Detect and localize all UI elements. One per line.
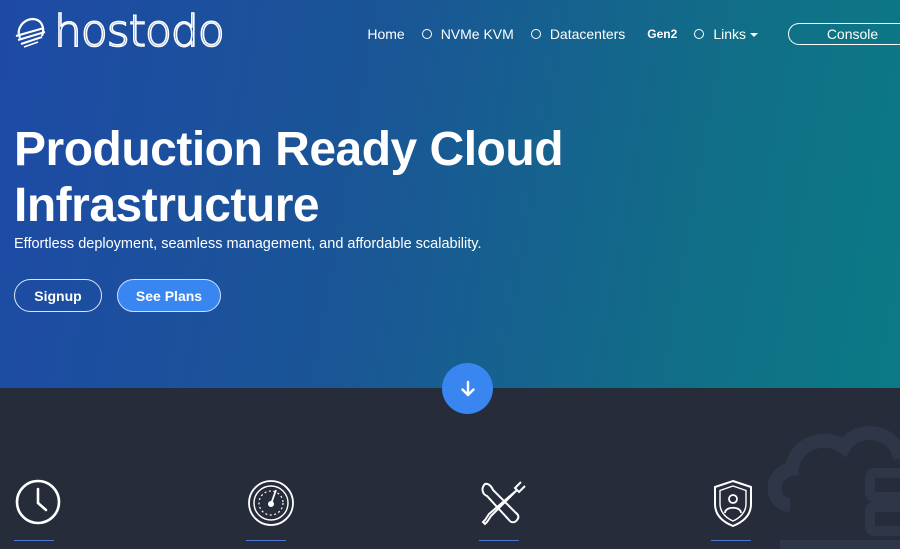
hero-headline: Production Ready Cloud Infrastructure xyxy=(14,122,654,234)
main-nav: Home NVMe KVM Datacenters Gen2 Links Con… xyxy=(367,22,900,46)
nav-home[interactable]: Home xyxy=(367,23,404,45)
see-plans-button-label: See Plans xyxy=(135,287,203,304)
see-plans-button[interactable]: See Plans xyxy=(117,279,221,312)
brand-logo[interactable]: hostodo xyxy=(12,6,226,57)
feature-divider xyxy=(479,540,519,541)
nav-links[interactable]: Links xyxy=(677,23,758,45)
feature-divider xyxy=(711,540,751,541)
hostodo-logo-icon xyxy=(15,17,46,48)
console-button-label: Console xyxy=(826,26,879,42)
cloud-decoration-icon xyxy=(767,426,900,549)
hero-headline-line2: Infrastructure xyxy=(14,179,320,232)
nav-gen2[interactable]: Gen2 xyxy=(625,23,677,45)
nav-links-label: Links xyxy=(713,26,746,42)
circle-icon xyxy=(530,29,541,39)
nav-home-label: Home xyxy=(367,26,405,42)
nav-nvme-kvm[interactable]: NVMe KVM xyxy=(405,23,514,45)
feature-clock xyxy=(14,478,68,541)
feature-divider xyxy=(14,540,54,541)
feature-divider xyxy=(246,540,286,541)
tools-icon xyxy=(481,481,526,526)
shield-user-icon xyxy=(714,479,752,528)
speedometer-icon xyxy=(248,480,294,526)
caret-down-icon xyxy=(750,33,758,37)
nav-datacenters[interactable]: Datacenters xyxy=(514,23,625,45)
console-button[interactable]: Console xyxy=(788,23,900,45)
brand-name: hostodo xyxy=(53,6,225,57)
hero-section: hostodo Home NVMe KVM Datacenters Gen2 L… xyxy=(0,0,900,388)
scroll-down-button[interactable] xyxy=(442,363,493,414)
nav-nvme-kvm-label: NVMe KVM xyxy=(440,26,514,42)
signup-button-label: Signup xyxy=(34,287,82,304)
signup-button[interactable]: Signup xyxy=(14,279,102,312)
feature-speed xyxy=(246,478,300,541)
hero-headline-line1: Production Ready Cloud xyxy=(14,123,564,176)
nav-gen2-label: Gen2 xyxy=(647,27,678,41)
hero-subline: Effortless deployment, seamless manageme… xyxy=(14,236,482,252)
feature-tools xyxy=(479,478,533,541)
nav-datacenters-label: Datacenters xyxy=(549,26,626,42)
circle-icon xyxy=(421,29,432,39)
arrow-down-icon xyxy=(460,380,475,396)
clock-icon xyxy=(15,479,61,525)
feature-security xyxy=(711,478,765,541)
circle-icon xyxy=(694,29,705,39)
